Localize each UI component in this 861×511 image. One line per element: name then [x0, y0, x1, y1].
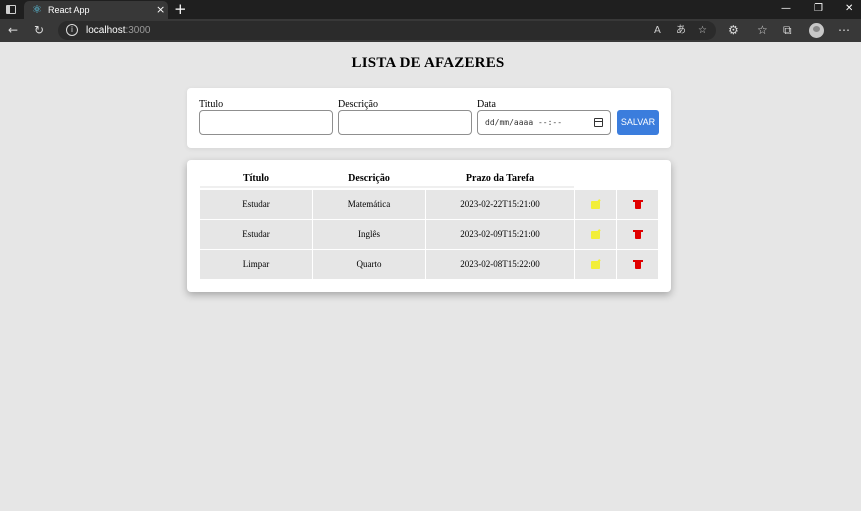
profile-avatar[interactable]: [809, 23, 824, 38]
delete-button[interactable]: [617, 220, 658, 249]
calendar-icon[interactable]: [594, 118, 603, 127]
edit-icon: [591, 200, 600, 209]
edit-button[interactable]: [575, 190, 616, 219]
tab-title: React App: [48, 5, 90, 15]
back-icon[interactable]: ←: [8, 23, 18, 37]
trash-icon: [632, 260, 643, 269]
cell-prazo: 2023-02-09T15:21:00: [426, 220, 574, 249]
react-logo-icon: ⚛: [32, 3, 42, 16]
read-aloud-icon[interactable]: A: [654, 24, 661, 37]
header-divider: [200, 186, 574, 188]
cell-titulo: Estudar: [200, 190, 312, 219]
restore-icon[interactable]: ❐: [814, 3, 823, 15]
cell-titulo: Estudar: [200, 220, 312, 249]
trash-icon: [632, 200, 643, 209]
address-bar[interactable]: i localhost:3000 A あ ☆: [58, 21, 716, 40]
browser-toolbar: ← ↻ i localhost:3000 A あ ☆ ⚙ ☆ ⧉ ⋯: [0, 19, 861, 42]
tab-actions-icon[interactable]: [6, 5, 16, 14]
table-row: Estudar Matemática 2023-02-22T15:21:00: [200, 190, 658, 219]
close-icon[interactable]: ×: [156, 3, 165, 16]
address-url[interactable]: localhost:3000: [86, 24, 151, 37]
cell-prazo: 2023-02-08T15:22:00: [426, 250, 574, 279]
edit-icon: [591, 260, 600, 269]
minimize-icon[interactable]: —: [781, 3, 791, 15]
header-titulo: Título: [242, 173, 270, 184]
extensions-icon[interactable]: ⚙: [728, 23, 739, 37]
cell-prazo: 2023-02-22T15:21:00: [426, 190, 574, 219]
task-table: Título Descrição Prazo da Tarefa Estudar…: [187, 160, 671, 292]
edit-button[interactable]: [575, 250, 616, 279]
delete-button[interactable]: [617, 250, 658, 279]
translate-icon[interactable]: あ: [676, 24, 686, 37]
titulo-input[interactable]: [199, 110, 333, 135]
cell-descricao: Quarto: [313, 250, 425, 279]
data-input[interactable]: dd/mm/aaaa --:--: [477, 110, 611, 135]
more-icon[interactable]: ⋯: [838, 23, 850, 37]
page-title: LISTA DE AFAZERES: [351, 55, 505, 71]
table-row: Limpar Quarto 2023-02-08T15:22:00: [200, 250, 658, 279]
header-descricao: Descrição: [348, 173, 390, 184]
data-placeholder: dd/mm/aaaa --:--: [485, 118, 563, 127]
browser-tab-bar: ⚛ React App × + — ❐ ✕: [0, 0, 861, 19]
new-tab-icon[interactable]: +: [174, 1, 187, 17]
edit-button[interactable]: [575, 220, 616, 249]
favorite-add-icon[interactable]: ☆: [698, 24, 707, 37]
edit-icon: [591, 230, 600, 239]
task-form: Titulo Descrição Data dd/mm/aaaa --:-- S…: [187, 88, 671, 148]
table-row: Estudar Inglês 2023-02-09T15:21:00: [200, 220, 658, 249]
cell-descricao: Inglês: [313, 220, 425, 249]
refresh-icon[interactable]: ↻: [34, 23, 44, 37]
descricao-input[interactable]: [338, 110, 472, 135]
collections-icon[interactable]: ⧉: [783, 23, 792, 37]
favorites-icon[interactable]: ☆: [757, 23, 768, 37]
cell-descricao: Matemática: [313, 190, 425, 219]
info-icon[interactable]: i: [66, 24, 78, 36]
save-button[interactable]: SALVAR: [617, 110, 659, 135]
header-prazo: Prazo da Tarefa: [465, 173, 535, 184]
cell-titulo: Limpar: [200, 250, 312, 279]
browser-tab[interactable]: ⚛ React App ×: [24, 1, 168, 19]
trash-icon: [632, 230, 643, 239]
window-close-icon[interactable]: ✕: [845, 3, 853, 15]
delete-button[interactable]: [617, 190, 658, 219]
